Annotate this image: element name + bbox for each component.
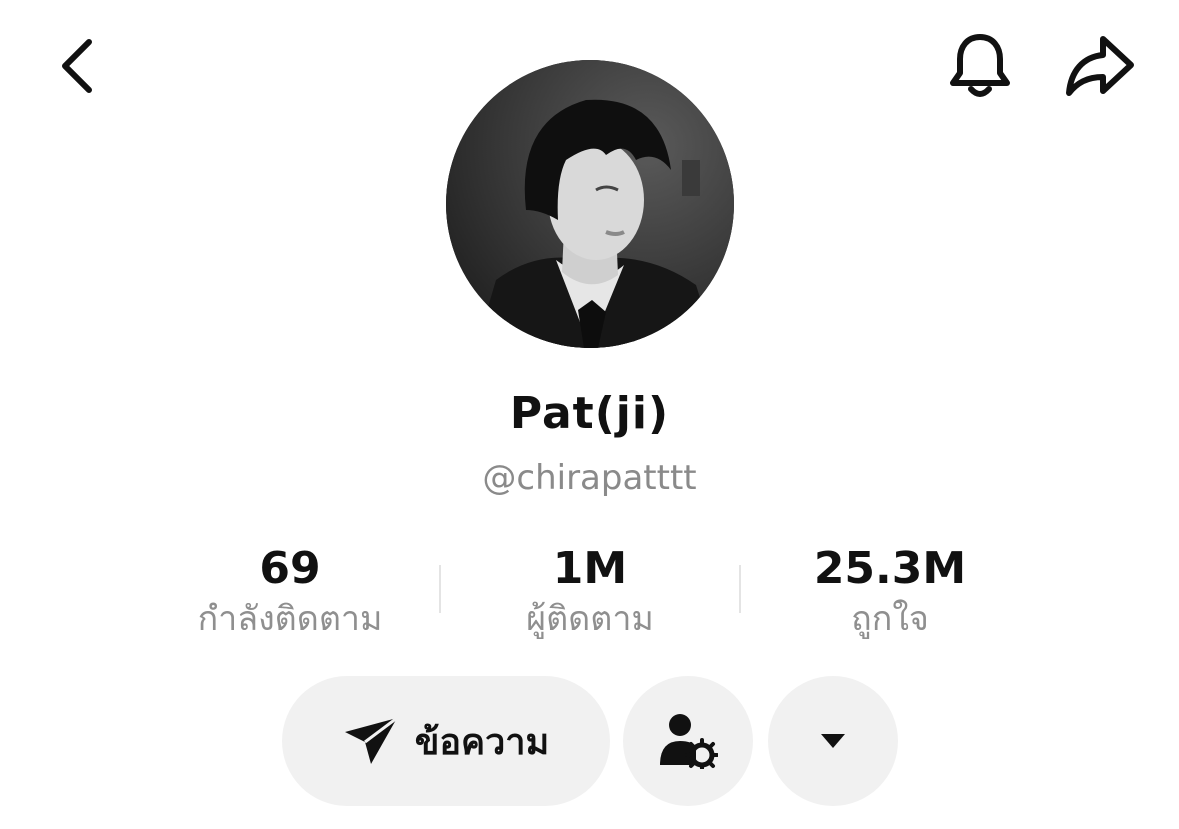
friend-settings-button[interactable] [623, 676, 753, 806]
share-arrow-icon [1066, 36, 1134, 96]
stat-followers-count: 1M [552, 543, 628, 594]
stat-likes-count: 25.3M [813, 543, 967, 594]
stat-likes-label: ถูกใจ [851, 599, 929, 639]
chevron-left-icon [62, 39, 92, 93]
stat-followers[interactable]: 1M ผู้ติดตาม [440, 540, 740, 640]
back-button[interactable] [46, 34, 108, 98]
username: @chirapatttt [482, 458, 697, 498]
message-button[interactable]: ข้อความ [282, 676, 610, 806]
display-name: Pat(ji) [509, 388, 670, 439]
stat-following-count: 69 [259, 543, 321, 594]
user-gear-icon [660, 714, 718, 769]
caret-down-icon [821, 734, 845, 748]
stat-following[interactable]: 69 กำลังติดตาม [140, 540, 440, 640]
profile-photo [446, 60, 734, 348]
stat-followers-label: ผู้ติดตาม [526, 599, 654, 639]
notification-bell-button[interactable] [942, 30, 1018, 102]
share-button[interactable] [1058, 30, 1142, 102]
send-icon [344, 716, 398, 764]
stat-following-label: กำลังติดตาม [197, 599, 383, 639]
avatar[interactable] [446, 60, 734, 348]
stat-likes[interactable]: 25.3M ถูกใจ [740, 540, 1040, 640]
message-button-label: ข้อความ [414, 721, 550, 763]
more-options-button[interactable] [768, 676, 898, 806]
bell-icon [950, 34, 1010, 97]
